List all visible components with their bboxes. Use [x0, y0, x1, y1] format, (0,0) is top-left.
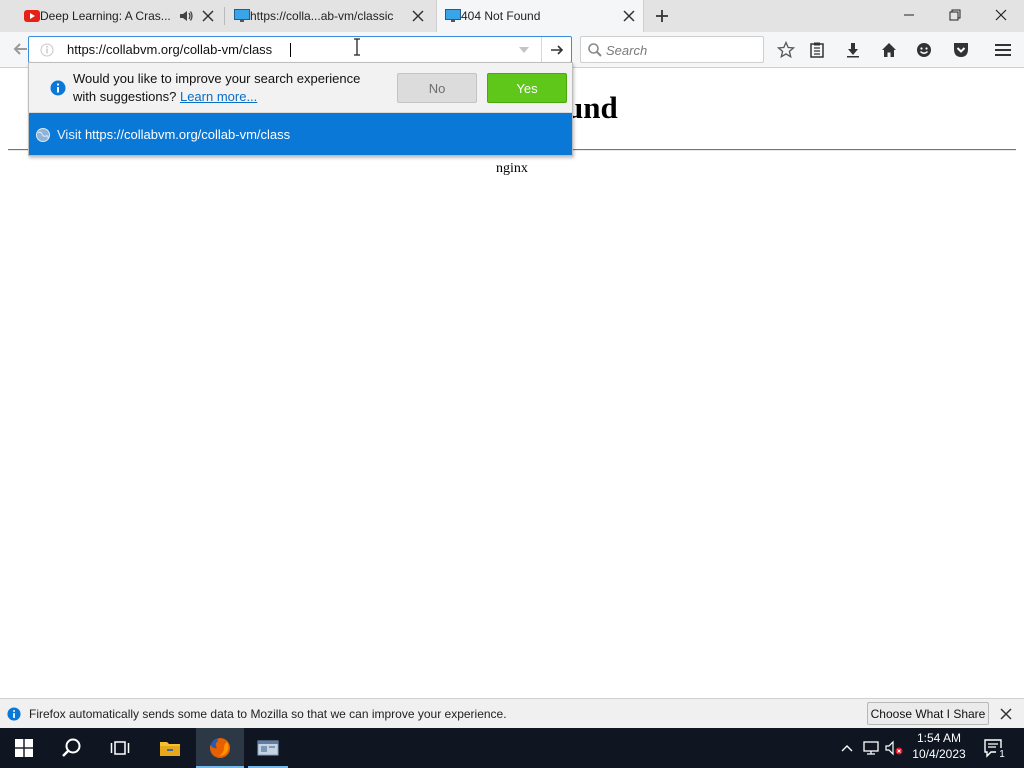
site-identity-icon[interactable] — [39, 42, 55, 58]
chevron-up-icon — [841, 745, 853, 752]
notification-close-button[interactable] — [998, 706, 1014, 722]
bookmark-star-button[interactable] — [773, 37, 799, 63]
prompt-line-2: with suggestions? — [73, 89, 177, 104]
server-name: nginx — [496, 161, 528, 176]
tab-close-icon[interactable] — [621, 8, 637, 24]
download-icon — [847, 43, 859, 58]
volume-tray-button[interactable] — [884, 738, 904, 758]
menu-icon — [995, 44, 1011, 56]
minimize-icon — [904, 14, 914, 16]
visit-text: Visit https://collabvm.org/collab-vm/cla… — [57, 127, 290, 142]
tab-deep-learning[interactable]: Deep Learning: A Cras... — [16, 0, 222, 32]
url-input[interactable] — [67, 40, 507, 59]
tab-title: 404 Not Found — [461, 9, 541, 23]
visit-url: https://collabvm.org/collab-vm/class — [84, 127, 291, 142]
task-view-icon — [110, 741, 130, 755]
firefox-taskbar-button[interactable] — [196, 728, 244, 768]
volume-muted-icon — [885, 740, 903, 756]
network-icon — [863, 741, 879, 755]
file-explorer-button[interactable] — [146, 728, 194, 768]
star-icon — [777, 41, 795, 59]
info-icon — [50, 80, 66, 96]
no-button[interactable]: No — [397, 73, 477, 103]
show-hidden-icons-button[interactable] — [837, 738, 857, 758]
search-icon — [62, 738, 81, 757]
downloads-button[interactable] — [840, 37, 866, 63]
action-center-button[interactable]: 1 — [978, 728, 1010, 768]
restore-button[interactable] — [932, 0, 978, 30]
visit-url-suggestion[interactable]: Visit https://collabvm.org/collab-vm/cla… — [29, 113, 572, 155]
close-window-button[interactable] — [978, 0, 1024, 30]
search-input[interactable] — [606, 41, 756, 59]
windows-logo-icon — [15, 739, 33, 757]
notification-count-badge: 1 — [996, 748, 1008, 762]
tab-title: https://colla...ab-vm/classic — [250, 9, 394, 23]
new-tab-button[interactable] — [651, 7, 673, 25]
info-icon — [7, 707, 21, 721]
system-clock[interactable]: 1:54 AM 10/4/2023 — [906, 730, 972, 766]
tab-close-icon[interactable] — [200, 8, 216, 24]
learn-more-link[interactable]: Learn more... — [180, 89, 257, 104]
globe-icon — [36, 128, 50, 142]
monitor-icon — [234, 9, 250, 22]
vm-app-taskbar-button[interactable] — [244, 728, 292, 768]
plus-icon — [656, 10, 668, 22]
tab-collabvm-classic[interactable]: https://colla...ab-vm/classic — [226, 0, 434, 32]
prompt-message: Would you like to improve your search ex… — [73, 70, 393, 106]
task-view-button[interactable] — [96, 728, 144, 768]
page-heading: und — [566, 90, 618, 125]
tab-title: Deep Learning: A Cras... — [40, 9, 171, 23]
network-tray-button[interactable] — [861, 738, 881, 758]
url-autocomplete-popup: Would you like to improve your search ex… — [28, 62, 573, 156]
close-icon — [995, 9, 1007, 21]
yes-button[interactable]: Yes — [487, 73, 567, 103]
hello-icon — [917, 43, 931, 57]
back-arrow-icon — [13, 43, 27, 55]
monitor-icon — [445, 9, 461, 22]
visit-label: Visit — [57, 127, 82, 142]
youtube-icon — [24, 10, 40, 22]
firefox-icon — [210, 737, 231, 758]
reading-list-icon — [810, 42, 824, 58]
tab-close-icon[interactable] — [410, 8, 426, 24]
menu-button[interactable] — [990, 37, 1016, 63]
choose-what-i-share-button[interactable]: Choose What I Share — [867, 702, 989, 725]
restore-icon — [949, 9, 961, 21]
bookmarks-menu-button[interactable] — [804, 37, 830, 63]
speaker-icon[interactable] — [178, 8, 194, 24]
data-notification-bar: Firefox automatically sends some data to… — [0, 698, 1024, 728]
notification-text: Firefox automatically sends some data to… — [29, 707, 507, 721]
tab-404-not-found[interactable]: 404 Not Found — [436, 0, 644, 32]
search-icon — [588, 43, 602, 57]
go-button[interactable] — [541, 37, 571, 62]
clock-date: 10/4/2023 — [912, 747, 966, 761]
minimize-button[interactable] — [886, 0, 932, 30]
history-dropdown-icon[interactable] — [517, 44, 531, 56]
url-bar[interactable] — [28, 36, 572, 63]
close-icon — [1000, 708, 1012, 720]
windows-taskbar: 1:54 AM 10/4/2023 1 — [0, 728, 1024, 768]
search-suggestions-prompt: Would you like to improve your search ex… — [29, 63, 572, 113]
pocket-icon — [954, 43, 968, 57]
tab-separator — [224, 7, 225, 25]
pocket-button[interactable] — [948, 37, 974, 63]
start-button[interactable] — [0, 728, 48, 768]
hello-button[interactable] — [911, 37, 937, 63]
tab-strip: Deep Learning: A Cras... https://colla..… — [0, 0, 1024, 32]
home-button[interactable] — [876, 37, 902, 63]
arrow-right-icon — [550, 44, 563, 55]
search-taskbar-button[interactable] — [48, 728, 96, 768]
search-bar[interactable] — [580, 36, 764, 63]
prompt-line-1: Would you like to improve your search ex… — [73, 71, 361, 86]
home-icon — [882, 43, 896, 57]
text-caret — [290, 43, 291, 57]
folder-icon — [160, 742, 180, 756]
clock-time: 1:54 AM — [916, 731, 962, 745]
window-app-icon — [257, 740, 279, 756]
